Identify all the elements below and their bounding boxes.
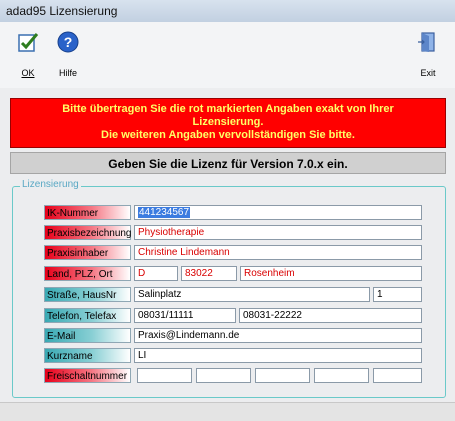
checkmark-page-icon [18,33,39,52]
kurzname-input[interactable]: LI [134,348,422,363]
ik-input[interactable]: 441234567 [134,205,422,220]
window-title: adad95 Lizensierung [6,4,118,18]
help-label: Hilfe [58,68,77,78]
freischalt-part-2[interactable] [196,368,251,383]
telefax-input[interactable]: 08031-22222 [239,308,422,323]
help-button[interactable]: ? Hilfe [48,26,88,84]
instruction-banner: Bitte übertragen Sie die rot markierten … [10,98,446,148]
title-bar: adad95 Lizensierung [0,0,455,23]
freischalt-part-4[interactable] [314,368,369,383]
email-label: E-Mail [44,328,131,343]
status-bar [0,402,455,421]
ik-value: 441234567 [138,207,191,218]
help-question-icon: ? [57,31,79,53]
strasse-hausnr-label: Straße, HausNr [44,287,131,302]
version-heading: Geben Sie die Lizenz für Version 7.0.x e… [10,152,446,174]
praxisbezeichnung-label: Praxisbezeichnung [44,225,132,240]
ok-label: OK [21,68,35,78]
group-legend: Lizensierung [20,179,81,190]
land-input[interactable]: D [134,266,178,281]
strasse-input[interactable]: Salinplatz [134,287,370,302]
praxisbezeichnung-input[interactable]: Physiotherapie [134,225,422,240]
ik-label: IK-Nummer [44,205,131,220]
telefon-telefax-label: Telefon, Telefax [44,308,131,323]
kurzname-label: Kurzname [44,348,131,363]
plz-input[interactable]: 83022 [181,266,237,281]
banner-line-1: Bitte übertragen Sie die rot markierten … [62,103,394,115]
banner-line-2: Lizensierung. [192,116,264,128]
praxisinhaber-label: Praxisinhaber [44,245,131,260]
exit-label: Exit [420,68,436,78]
freischalt-part-3[interactable] [255,368,310,383]
freischalt-part-5[interactable] [373,368,422,383]
praxisinhaber-input[interactable]: Christine Lindemann [134,245,422,260]
license-window: adad95 Lizensierung OK ? Hilfe Exit Bitt… [0,0,455,421]
email-input[interactable]: Praxis@Lindemann.de [134,328,422,343]
freischalt-part-1[interactable] [137,368,192,383]
exit-button[interactable]: Exit [408,26,448,84]
ort-input[interactable]: Rosenheim [240,266,422,281]
hausnr-input[interactable]: 1 [373,287,422,302]
ok-button[interactable]: OK [8,26,48,84]
toolbar: OK ? Hilfe Exit [0,22,455,88]
banner-line-3: Die weiteren Angaben vervollständigen Si… [101,129,355,141]
exit-door-icon [418,32,435,52]
svg-text:?: ? [64,34,73,50]
land-plz-ort-label: Land, PLZ, Ort [44,266,131,281]
telefon-input[interactable]: 08031/11111 [134,308,236,323]
freischaltnummer-label: Freischaltnummer [44,368,131,383]
